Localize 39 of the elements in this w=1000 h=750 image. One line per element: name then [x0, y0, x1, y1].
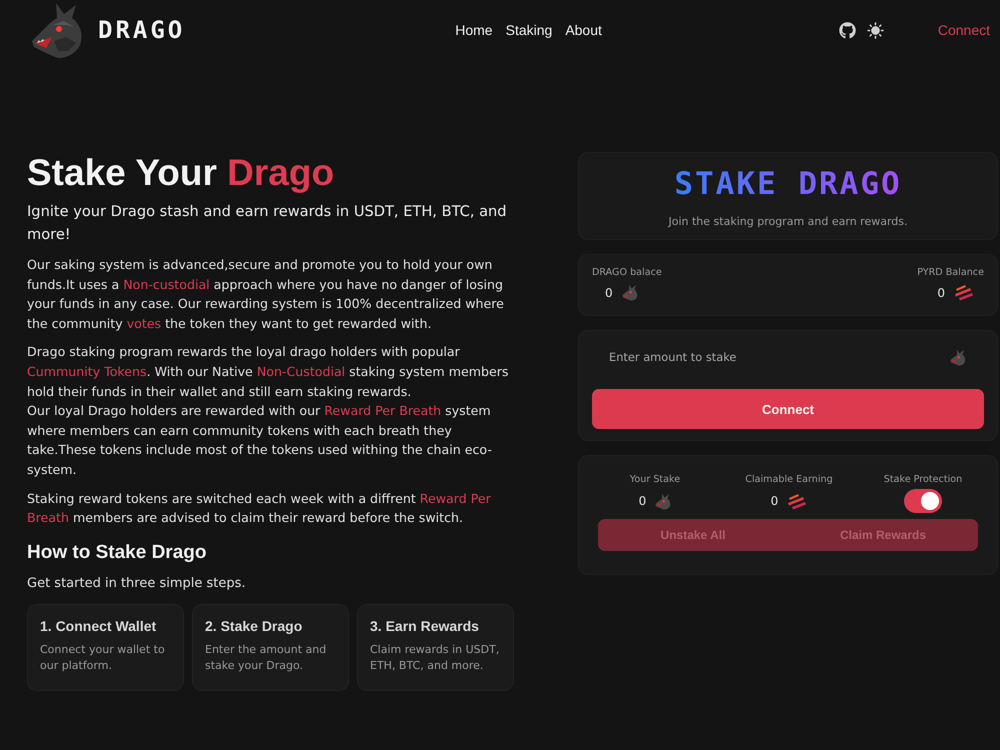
balance-value: 0 — [937, 286, 945, 300]
stat-label: Stake Protection — [884, 474, 962, 485]
body-text: Our saking system is advanced,secure and promote you to hold your own funds.It uses a Non-custodial approach where you have no danger of losing your funds in any case. Our rewarding system is 100% decentralized where the community votes the token they want to get rewarded with. — [27, 256, 505, 333]
section-intro: Get started in three simple steps. — [27, 574, 247, 593]
stat-value: 0 — [638, 494, 646, 508]
stripes-icon — [954, 284, 974, 301]
stat-label: Your Stake — [630, 474, 680, 485]
stat-value: 0 — [770, 494, 778, 508]
stake-subtitle: Join the staking program and earn rewards. — [668, 215, 908, 228]
body-text: Drago staking program rewards the loyal drago holders with popular Cummunity Tokens. With our Native Non-Custodial staking system members hold their funds in their wallet and still earn staking rewards. — [27, 343, 510, 401]
step-text: Claim rewards in USDT, ETH, BTC, and more. — [370, 642, 500, 674]
step-title: 1. Connect Wallet — [40, 618, 158, 634]
connect-link[interactable]: Connect — [938, 22, 990, 38]
amount-input[interactable]: Enter amount to stake — [609, 345, 940, 369]
body-text: Our loyal Drago holders are rewarded with our Reward Per Breath system where members can earn community tokens with each breath they take.These tokens include most of the tokens used withing the chain eco-system. — [27, 402, 493, 479]
section-heading: How to Stake Drago — [27, 540, 208, 565]
step-text: Enter the amount and stake your Drago. — [205, 642, 328, 674]
dragon-icon — [655, 492, 672, 510]
page-title: Stake Your Drago — [27, 151, 336, 195]
nav-link[interactable]: About — [565, 22, 602, 38]
balance-label: DRAGO balace — [592, 267, 662, 278]
step-title: 3. Earn Rewards — [370, 618, 480, 634]
stat-label: Claimable Earning — [745, 474, 833, 485]
subtitle: Ignite your Drago stash and earn rewards in USDT, ETH, BTC, and more! — [27, 202, 508, 245]
nav-link[interactable]: Home — [455, 22, 493, 38]
dragon-icon — [622, 284, 638, 301]
brand-name: DRAGO — [98, 16, 186, 44]
step-text: Connect your wallet to our platform. — [40, 642, 166, 674]
step-title: 2. Stake Drago — [205, 618, 304, 634]
dragon-icon — [950, 348, 966, 366]
protection-toggle[interactable] — [904, 489, 942, 513]
body-text: Staking reward tokens are switched each week with a diffrent Reward Per Breath members are advised to claim their reward before the switch. — [27, 490, 492, 528]
sun-icon[interactable] — [866, 22, 884, 38]
balance-label: PYRD Balance — [917, 267, 984, 278]
connect-button[interactable]: Connect — [592, 389, 984, 429]
stripes-icon — [787, 492, 808, 510]
github-icon[interactable] — [838, 22, 856, 38]
nav-link[interactable]: Staking — [506, 22, 552, 38]
balance-value: 0 — [605, 286, 613, 300]
